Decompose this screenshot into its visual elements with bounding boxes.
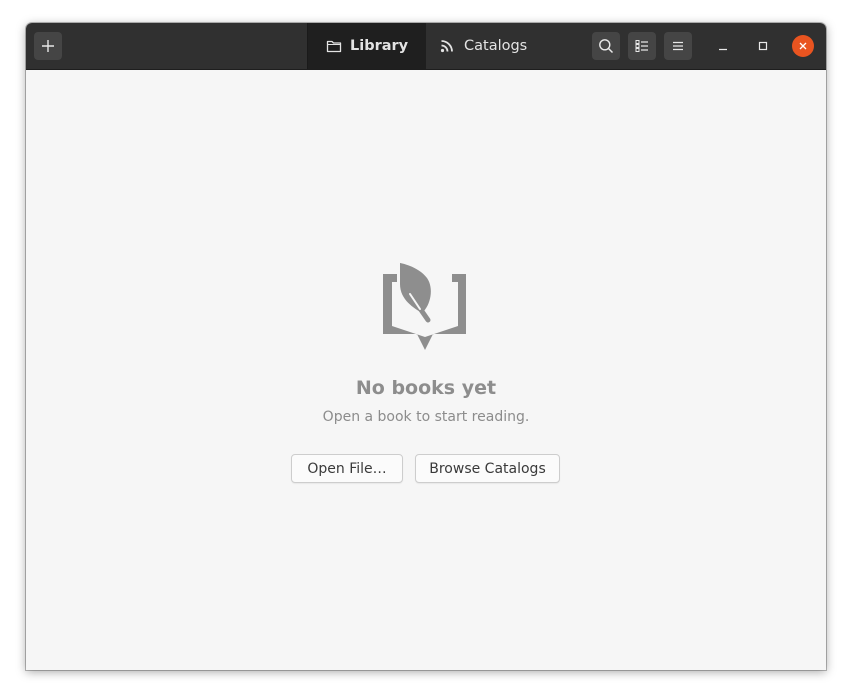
maximize-icon (758, 41, 768, 51)
tab-catalogs-label: Catalogs (464, 38, 528, 54)
minimize-icon (719, 48, 727, 51)
empty-state-title: No books yet (355, 377, 497, 399)
maximize-button[interactable] (752, 35, 774, 57)
tab-library[interactable]: Library (307, 23, 426, 69)
search-icon (599, 39, 614, 54)
tab-library-label: Library (350, 38, 409, 54)
hamburger-menu-icon (673, 41, 683, 51)
book-leaf-icon (380, 260, 470, 352)
rss-feed-icon (440, 39, 454, 53)
close-button[interactable] (792, 35, 814, 57)
folder-icon (326, 39, 342, 53)
browse-catalogs-button[interactable]: Browse Catalogs (415, 454, 560, 483)
plus-icon (42, 40, 54, 52)
close-icon (799, 42, 807, 50)
search-button[interactable] (592, 32, 620, 60)
minimize-button[interactable] (712, 35, 734, 57)
open-file-button[interactable]: Open File… (291, 454, 403, 483)
app-window: Library Catalogs No books yet Open a boo… (26, 23, 826, 670)
view-toggle-button[interactable] (628, 32, 656, 60)
empty-state-description: Open a book to start reading. (322, 409, 530, 425)
tab-catalogs[interactable]: Catalogs (426, 23, 546, 69)
main-menu-button[interactable] (664, 32, 692, 60)
add-button[interactable] (34, 32, 62, 60)
headerbar: Library Catalogs (26, 23, 826, 70)
list-view-icon (635, 40, 648, 52)
